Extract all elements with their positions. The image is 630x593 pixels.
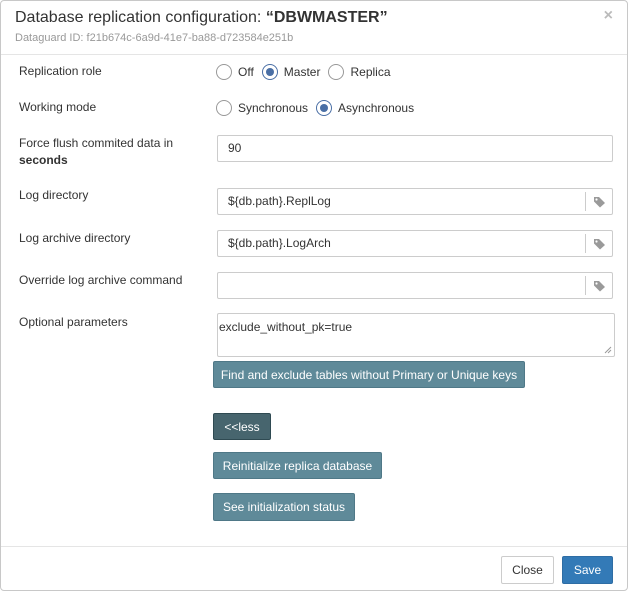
title-prefix: Database replication configuration: bbox=[15, 9, 266, 26]
resize-handle-icon[interactable] bbox=[604, 346, 612, 354]
optional-parameters-textarea[interactable]: exclude_without_pk=true bbox=[217, 313, 615, 357]
reinitialize-replica-button[interactable]: Reinitialize replica database bbox=[213, 452, 382, 479]
radio-role-off-label: Off bbox=[238, 65, 254, 79]
radio-mode-synchronous-label: Synchronous bbox=[238, 101, 309, 115]
radio-mode-asynchronous-label: Asynchronous bbox=[338, 101, 415, 115]
footer-divider bbox=[1, 546, 627, 547]
radio-mode-asynchronous-circle[interactable] bbox=[316, 100, 333, 116]
force-flush-label-line1: Force flush commited data in bbox=[19, 136, 174, 150]
force-flush-label: Force flush commited data in seconds bbox=[19, 135, 173, 169]
log-directory-input[interactable]: ${db.path}.ReplLog bbox=[217, 188, 613, 215]
force-flush-input[interactable]: 90 bbox=[217, 135, 613, 162]
override-log-archive-input[interactable] bbox=[217, 272, 613, 299]
radio-role-replica-circle[interactable] bbox=[328, 64, 345, 80]
replication-role-group: Off Master Replica bbox=[216, 64, 399, 80]
force-flush-label-line2: seconds bbox=[19, 153, 68, 167]
tag-icon[interactable] bbox=[585, 276, 612, 295]
log-directory-value: ${db.path}.ReplLog bbox=[228, 194, 331, 208]
log-archive-directory-input[interactable]: ${db.path}.LogArch bbox=[217, 230, 613, 257]
radio-mode-synchronous[interactable]: Synchronous bbox=[216, 100, 308, 116]
override-log-archive-label: Override log archive command bbox=[19, 273, 183, 287]
find-exclude-tables-button[interactable]: Find and exclude tables without Primary … bbox=[213, 361, 525, 388]
tag-icon[interactable] bbox=[585, 192, 612, 211]
dataguard-id: Dataguard ID: f21b674c-6a9d-41e7-ba88-d7… bbox=[15, 32, 294, 44]
radio-role-off-circle[interactable] bbox=[216, 64, 232, 80]
save-button[interactable]: Save bbox=[562, 556, 613, 584]
radio-role-off[interactable]: Off bbox=[216, 64, 254, 80]
radio-mode-asynchronous[interactable]: Asynchronous bbox=[316, 100, 414, 116]
see-initialization-status-button[interactable]: See initialization status bbox=[213, 493, 355, 521]
close-icon[interactable]: × bbox=[604, 7, 613, 25]
replication-dialog: Database replication configuration: “DBW… bbox=[0, 0, 628, 591]
working-mode-group: Synchronous Asynchronous bbox=[216, 100, 422, 116]
log-archive-directory-value: ${db.path}.LogArch bbox=[228, 236, 331, 250]
close-button[interactable]: Close bbox=[501, 556, 554, 584]
radio-role-master-label: Master bbox=[283, 65, 321, 79]
force-flush-value: 90 bbox=[228, 141, 242, 155]
dialog-header: Database replication configuration: “DBW… bbox=[1, 1, 627, 55]
working-mode-label: Working mode bbox=[19, 100, 97, 114]
log-archive-directory-label: Log archive directory bbox=[19, 231, 131, 245]
radio-role-master[interactable]: Master bbox=[261, 64, 321, 80]
radio-mode-synchronous-circle[interactable] bbox=[216, 100, 232, 116]
radio-role-master-circle[interactable] bbox=[261, 64, 278, 80]
optional-parameters-label: Optional parameters bbox=[19, 315, 128, 329]
log-directory-label: Log directory bbox=[19, 188, 89, 202]
dialog-title: Database replication configuration: “DBW… bbox=[15, 9, 388, 27]
radio-role-replica[interactable]: Replica bbox=[328, 64, 391, 80]
database-name: “DBWMASTER” bbox=[265, 9, 388, 26]
tag-icon[interactable] bbox=[585, 234, 612, 253]
less-button[interactable]: <<less bbox=[213, 413, 271, 440]
optional-parameters-value: exclude_without_pk=true bbox=[219, 320, 353, 334]
radio-role-replica-label: Replica bbox=[350, 65, 391, 79]
replication-role-label: Replication role bbox=[19, 64, 102, 78]
